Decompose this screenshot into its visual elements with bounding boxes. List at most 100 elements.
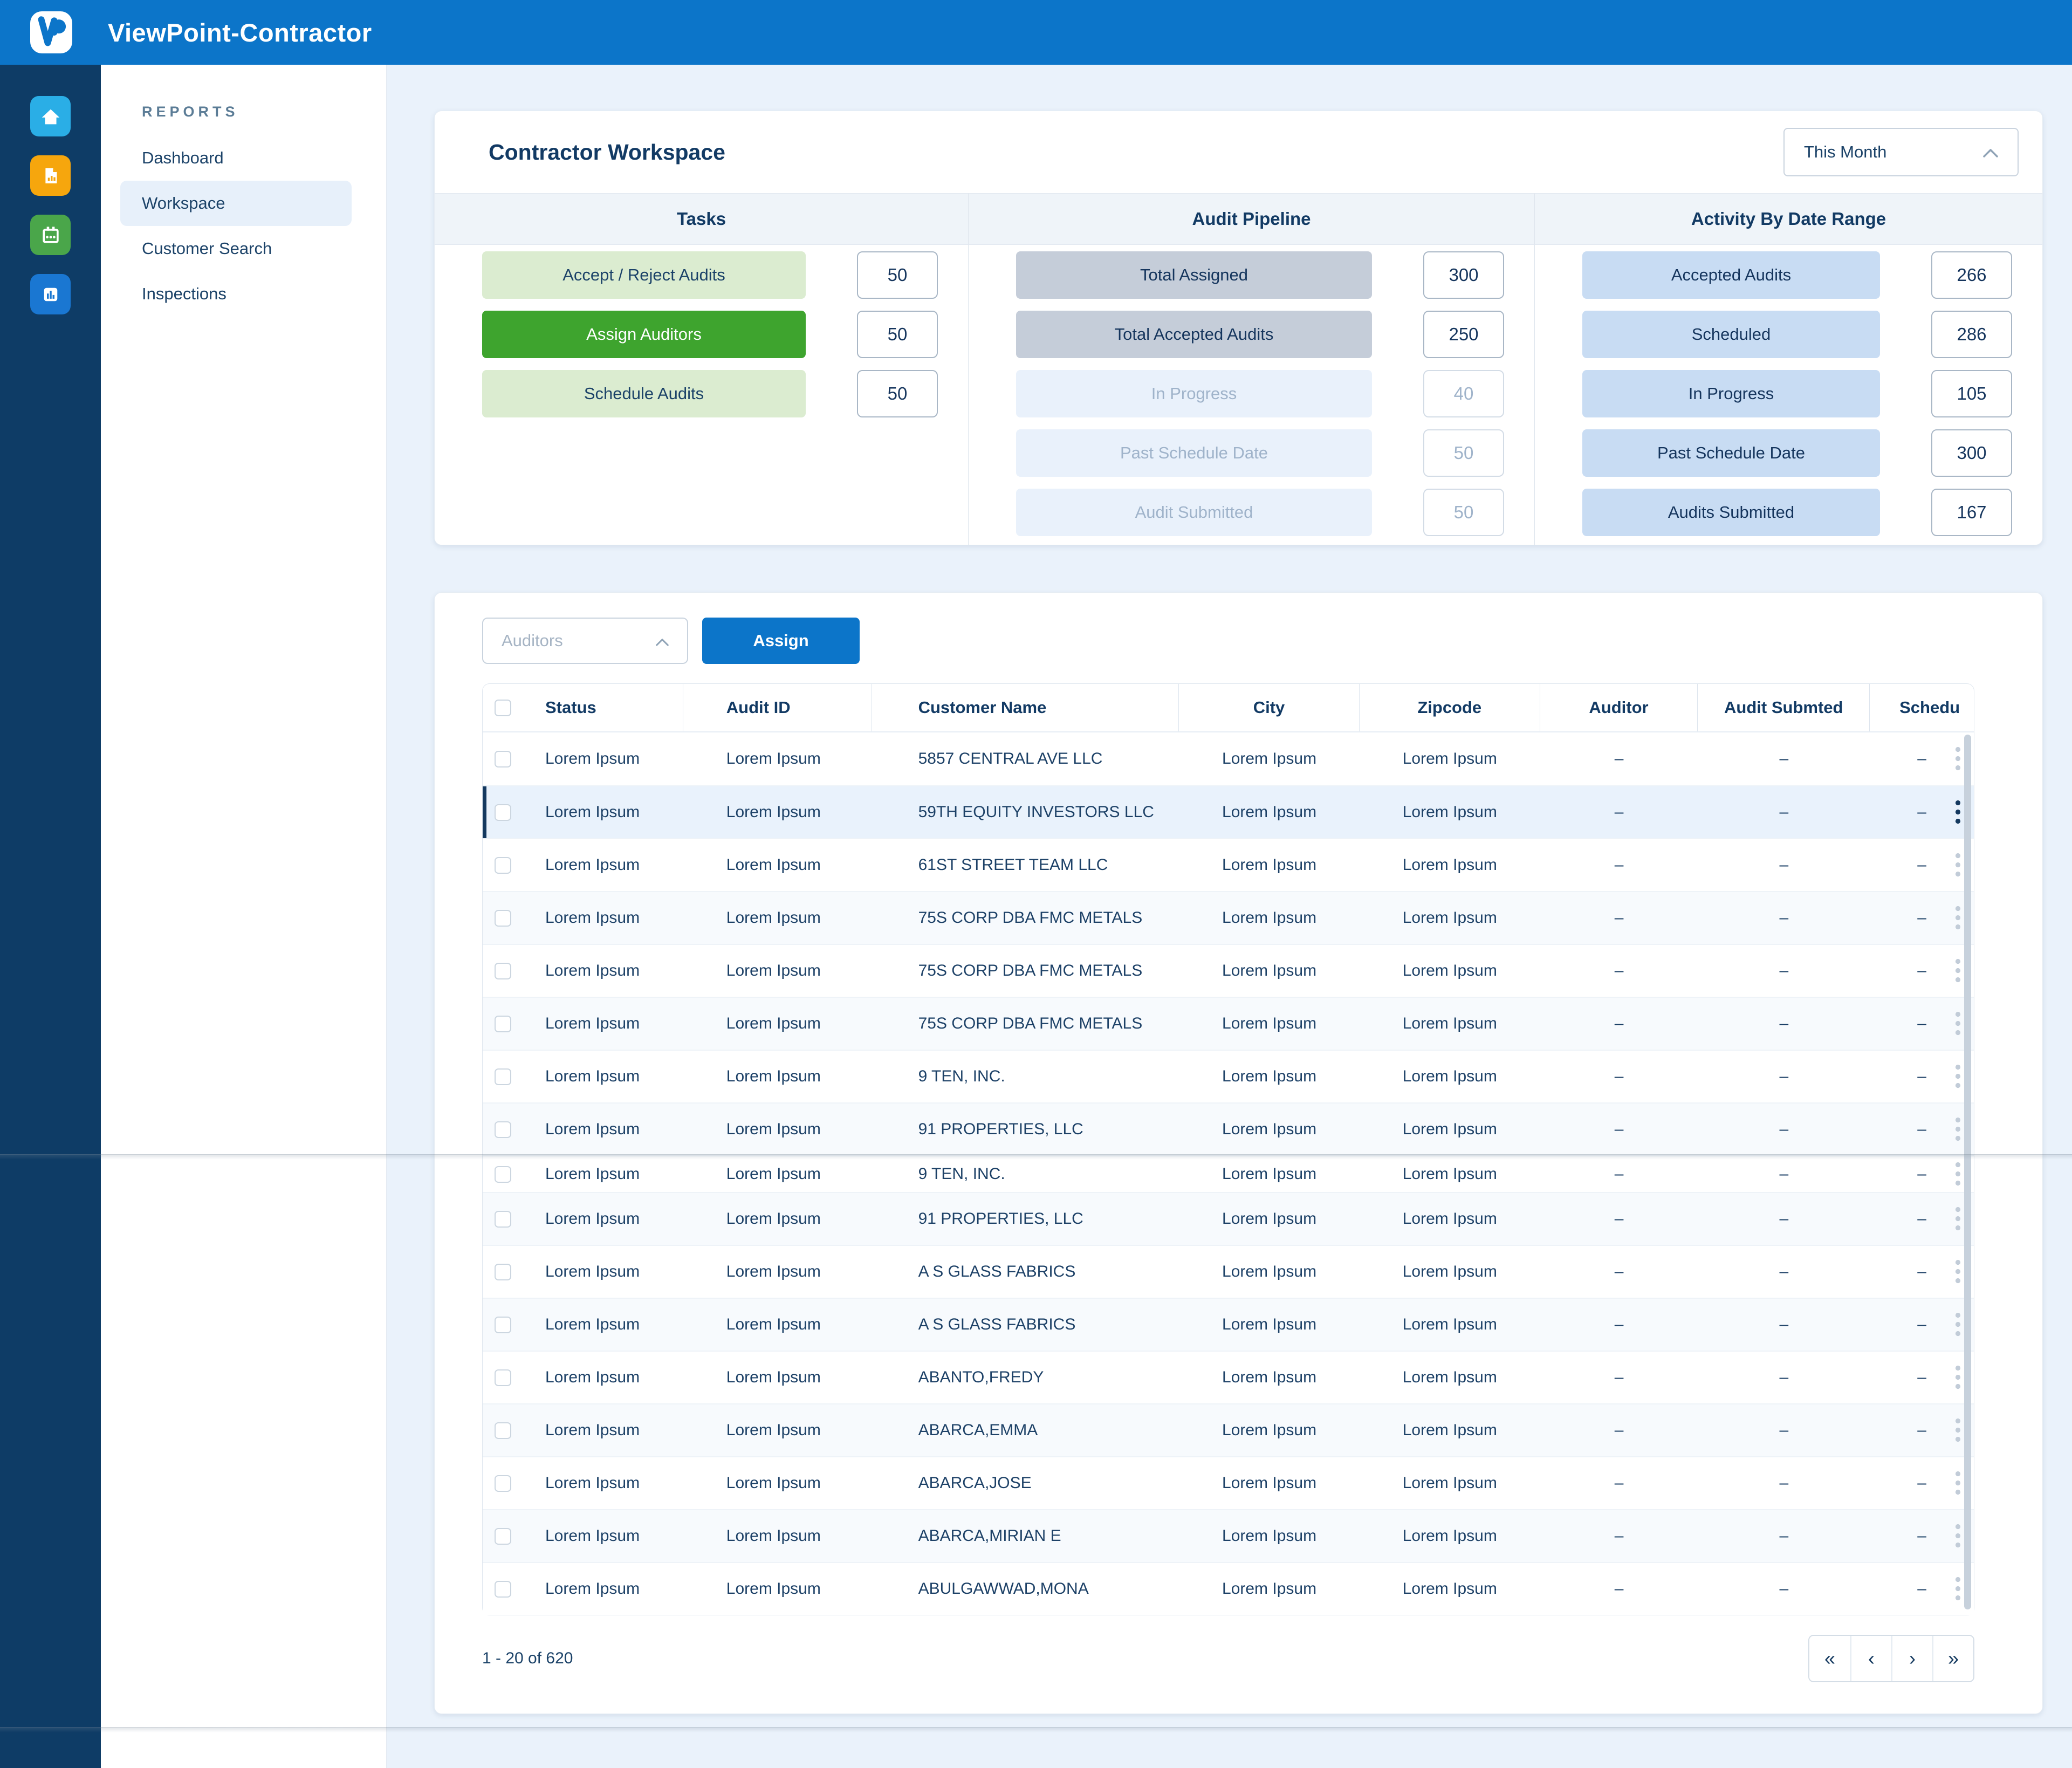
cell-audit_id: Lorem Ipsum — [683, 1352, 872, 1403]
date-range-select[interactable]: This Month — [1783, 128, 2019, 176]
kebab-menu-icon[interactable] — [1955, 1207, 1961, 1232]
kebab-menu-icon[interactable] — [1955, 800, 1961, 825]
stat-pill-accepted-audits[interactable]: Accepted Audits — [1582, 251, 1880, 299]
kebab-menu-icon[interactable] — [1955, 1312, 1961, 1338]
row-checkbox[interactable] — [495, 857, 511, 874]
kebab-menu-icon[interactable] — [1955, 1471, 1961, 1496]
cell-zipcode: Lorem Ipsum — [1360, 1193, 1540, 1245]
kebab-menu-icon[interactable] — [1955, 1365, 1961, 1390]
sidebar-item-dashboard[interactable]: Dashboard — [120, 135, 352, 181]
calendar-icon[interactable] — [30, 215, 71, 255]
table-row[interactable]: Lorem IpsumLorem Ipsum75S CORP DBA FMC M… — [483, 944, 1974, 997]
row-checkbox[interactable] — [495, 1166, 511, 1183]
cell-value: Lorem Ipsum — [1222, 962, 1316, 980]
kebab-menu-icon[interactable] — [1955, 1577, 1961, 1602]
kebab-menu-icon[interactable] — [1955, 746, 1961, 772]
table-row[interactable]: Lorem IpsumLorem Ipsum75S CORP DBA FMC M… — [483, 997, 1974, 1050]
kebab-menu-icon[interactable] — [1955, 1259, 1961, 1285]
auditors-select[interactable]: Auditors — [482, 618, 688, 664]
stat-pill-schedule-audits[interactable]: Schedule Audits — [482, 370, 806, 417]
kebab-menu-icon[interactable] — [1955, 1011, 1961, 1037]
row-checkbox[interactable] — [495, 1475, 511, 1492]
stat-pill-scheduled[interactable]: Scheduled — [1582, 311, 1880, 358]
kebab-menu-icon[interactable] — [1955, 906, 1961, 931]
kebab-menu-icon[interactable] — [1955, 1117, 1961, 1142]
kebab-menu-icon[interactable] — [1955, 853, 1961, 878]
stat-pill-past-schedule-date[interactable]: Past Schedule Date — [1582, 429, 1880, 477]
row-checkbox[interactable] — [495, 1317, 511, 1333]
kebab-menu-icon[interactable] — [1955, 1418, 1961, 1443]
cell-auditor: – — [1540, 786, 1698, 838]
cell-value: Lorem Ipsum — [545, 1210, 640, 1228]
cell-city: Lorem Ipsum — [1179, 1457, 1360, 1509]
kebab-menu-icon[interactable] — [1955, 1162, 1961, 1187]
assign-button[interactable]: Assign — [702, 618, 860, 664]
sidebar-item-inspections[interactable]: Inspections — [120, 271, 352, 317]
cell-value: Lorem Ipsum — [1403, 1474, 1497, 1492]
cell-value: – — [1917, 1165, 1926, 1183]
table-row[interactable]: Lorem IpsumLorem IpsumABARCA,EMMALorem I… — [483, 1403, 1974, 1456]
sidebar-item-customer-search[interactable]: Customer Search — [120, 226, 352, 271]
kebab-menu-icon[interactable] — [1955, 1064, 1961, 1089]
row-checkbox[interactable] — [495, 1121, 511, 1138]
table-row[interactable]: Lorem IpsumLorem Ipsum75S CORP DBA FMC M… — [483, 891, 1974, 944]
row-checkbox[interactable] — [495, 963, 511, 979]
row-checkbox[interactable] — [495, 1016, 511, 1032]
cell-value: Lorem Ipsum — [545, 962, 640, 980]
row-checkbox[interactable] — [495, 1264, 511, 1280]
row-checkbox[interactable] — [495, 1068, 511, 1085]
table-row[interactable]: Lorem IpsumLorem IpsumABARCA,JOSELorem I… — [483, 1456, 1974, 1509]
date-range-value: This Month — [1804, 142, 1886, 162]
table-row[interactable]: Lorem IpsumLorem Ipsum91 PROPERTIES, LLC… — [483, 1102, 1974, 1155]
cell-value: – — [1615, 750, 1624, 768]
report-icon[interactable] — [30, 155, 71, 196]
stat-value-box: 50 — [857, 251, 938, 299]
last-page-button[interactable]: » — [1932, 1636, 1973, 1681]
table-row[interactable]: Lorem IpsumLorem Ipsum9 TEN, INC.Lorem I… — [483, 1050, 1974, 1102]
stat-pill-total-assigned[interactable]: Total Assigned — [1016, 251, 1372, 299]
first-page-button[interactable]: « — [1809, 1636, 1850, 1681]
stat-pill-audits-submitted[interactable]: Audits Submitted — [1582, 489, 1880, 536]
cell-value: 91 PROPERTIES, LLC — [918, 1210, 1083, 1228]
prev-page-button[interactable]: ‹ — [1850, 1636, 1891, 1681]
table-row[interactable]: Lorem IpsumLorem Ipsum59TH EQUITY INVEST… — [483, 785, 1974, 838]
row-checkbox[interactable] — [495, 751, 511, 767]
row-checkbox[interactable] — [495, 1581, 511, 1598]
stat-pill-total-accepted-audits[interactable]: Total Accepted Audits — [1016, 311, 1372, 358]
cell-value: Lorem Ipsum — [1222, 909, 1316, 927]
stat-pill-assign-auditors[interactable]: Assign Auditors — [482, 311, 806, 358]
home-icon[interactable] — [30, 96, 71, 136]
row-checkbox[interactable] — [495, 1369, 511, 1386]
next-page-button[interactable]: › — [1891, 1636, 1932, 1681]
table-row[interactable]: Lorem IpsumLorem Ipsum9 TEN, INC.Lorem I… — [483, 1155, 1974, 1192]
select-all-checkbox[interactable] — [495, 700, 511, 716]
row-checkbox[interactable] — [495, 1422, 511, 1439]
table-row[interactable]: Lorem IpsumLorem IpsumA S GLASS FABRICSL… — [483, 1245, 1974, 1298]
column-header-auditor: Auditor — [1540, 684, 1698, 731]
cell-value: – — [1615, 803, 1624, 821]
vertical-scrollbar[interactable] — [1964, 735, 1971, 1609]
stat-pill-accept-reject-audits[interactable]: Accept / Reject Audits — [482, 251, 806, 299]
kebab-menu-icon[interactable] — [1955, 1524, 1961, 1549]
table-row[interactable]: Lorem IpsumLorem IpsumABARCA,MIRIAN ELor… — [483, 1509, 1974, 1562]
row-checkbox[interactable] — [495, 910, 511, 927]
cell-value: Lorem Ipsum — [545, 1263, 640, 1281]
kebab-menu-icon[interactable] — [1955, 958, 1961, 984]
table-row[interactable]: Lorem IpsumLorem Ipsum5857 CENTRAL AVE L… — [483, 732, 1974, 785]
table-row[interactable]: Lorem IpsumLorem IpsumABANTO,FREDYLorem … — [483, 1351, 1974, 1403]
table-row[interactable]: Lorem IpsumLorem Ipsum61ST STREET TEAM L… — [483, 838, 1974, 891]
sidebar-item-workspace[interactable]: Workspace — [120, 181, 352, 226]
table-row[interactable]: Lorem IpsumLorem IpsumABULGAWWAD,MONALor… — [483, 1562, 1974, 1615]
row-checkbox[interactable] — [495, 1211, 511, 1228]
cell-audit_submitted: – — [1698, 998, 1870, 1050]
table-row[interactable]: Lorem IpsumLorem IpsumA S GLASS FABRICSL… — [483, 1298, 1974, 1351]
row-checkbox[interactable] — [495, 1528, 511, 1545]
chart-icon[interactable] — [30, 274, 71, 314]
stat-pill-in-progress[interactable]: In Progress — [1582, 370, 1880, 417]
table-row[interactable]: Lorem Ipsum Lorem Ipsum 91 PROPERTIES, LLC… — [483, 1192, 1974, 1245]
cell-value: Lorem Ipsum — [726, 856, 821, 874]
viewpoint-logo-icon — [30, 11, 72, 53]
contractor-workspace-card: Contractor Workspace This Month TasksAud… — [434, 111, 2043, 545]
row-checkbox[interactable] — [495, 804, 511, 821]
cell-city: Lorem Ipsum — [1179, 839, 1360, 891]
